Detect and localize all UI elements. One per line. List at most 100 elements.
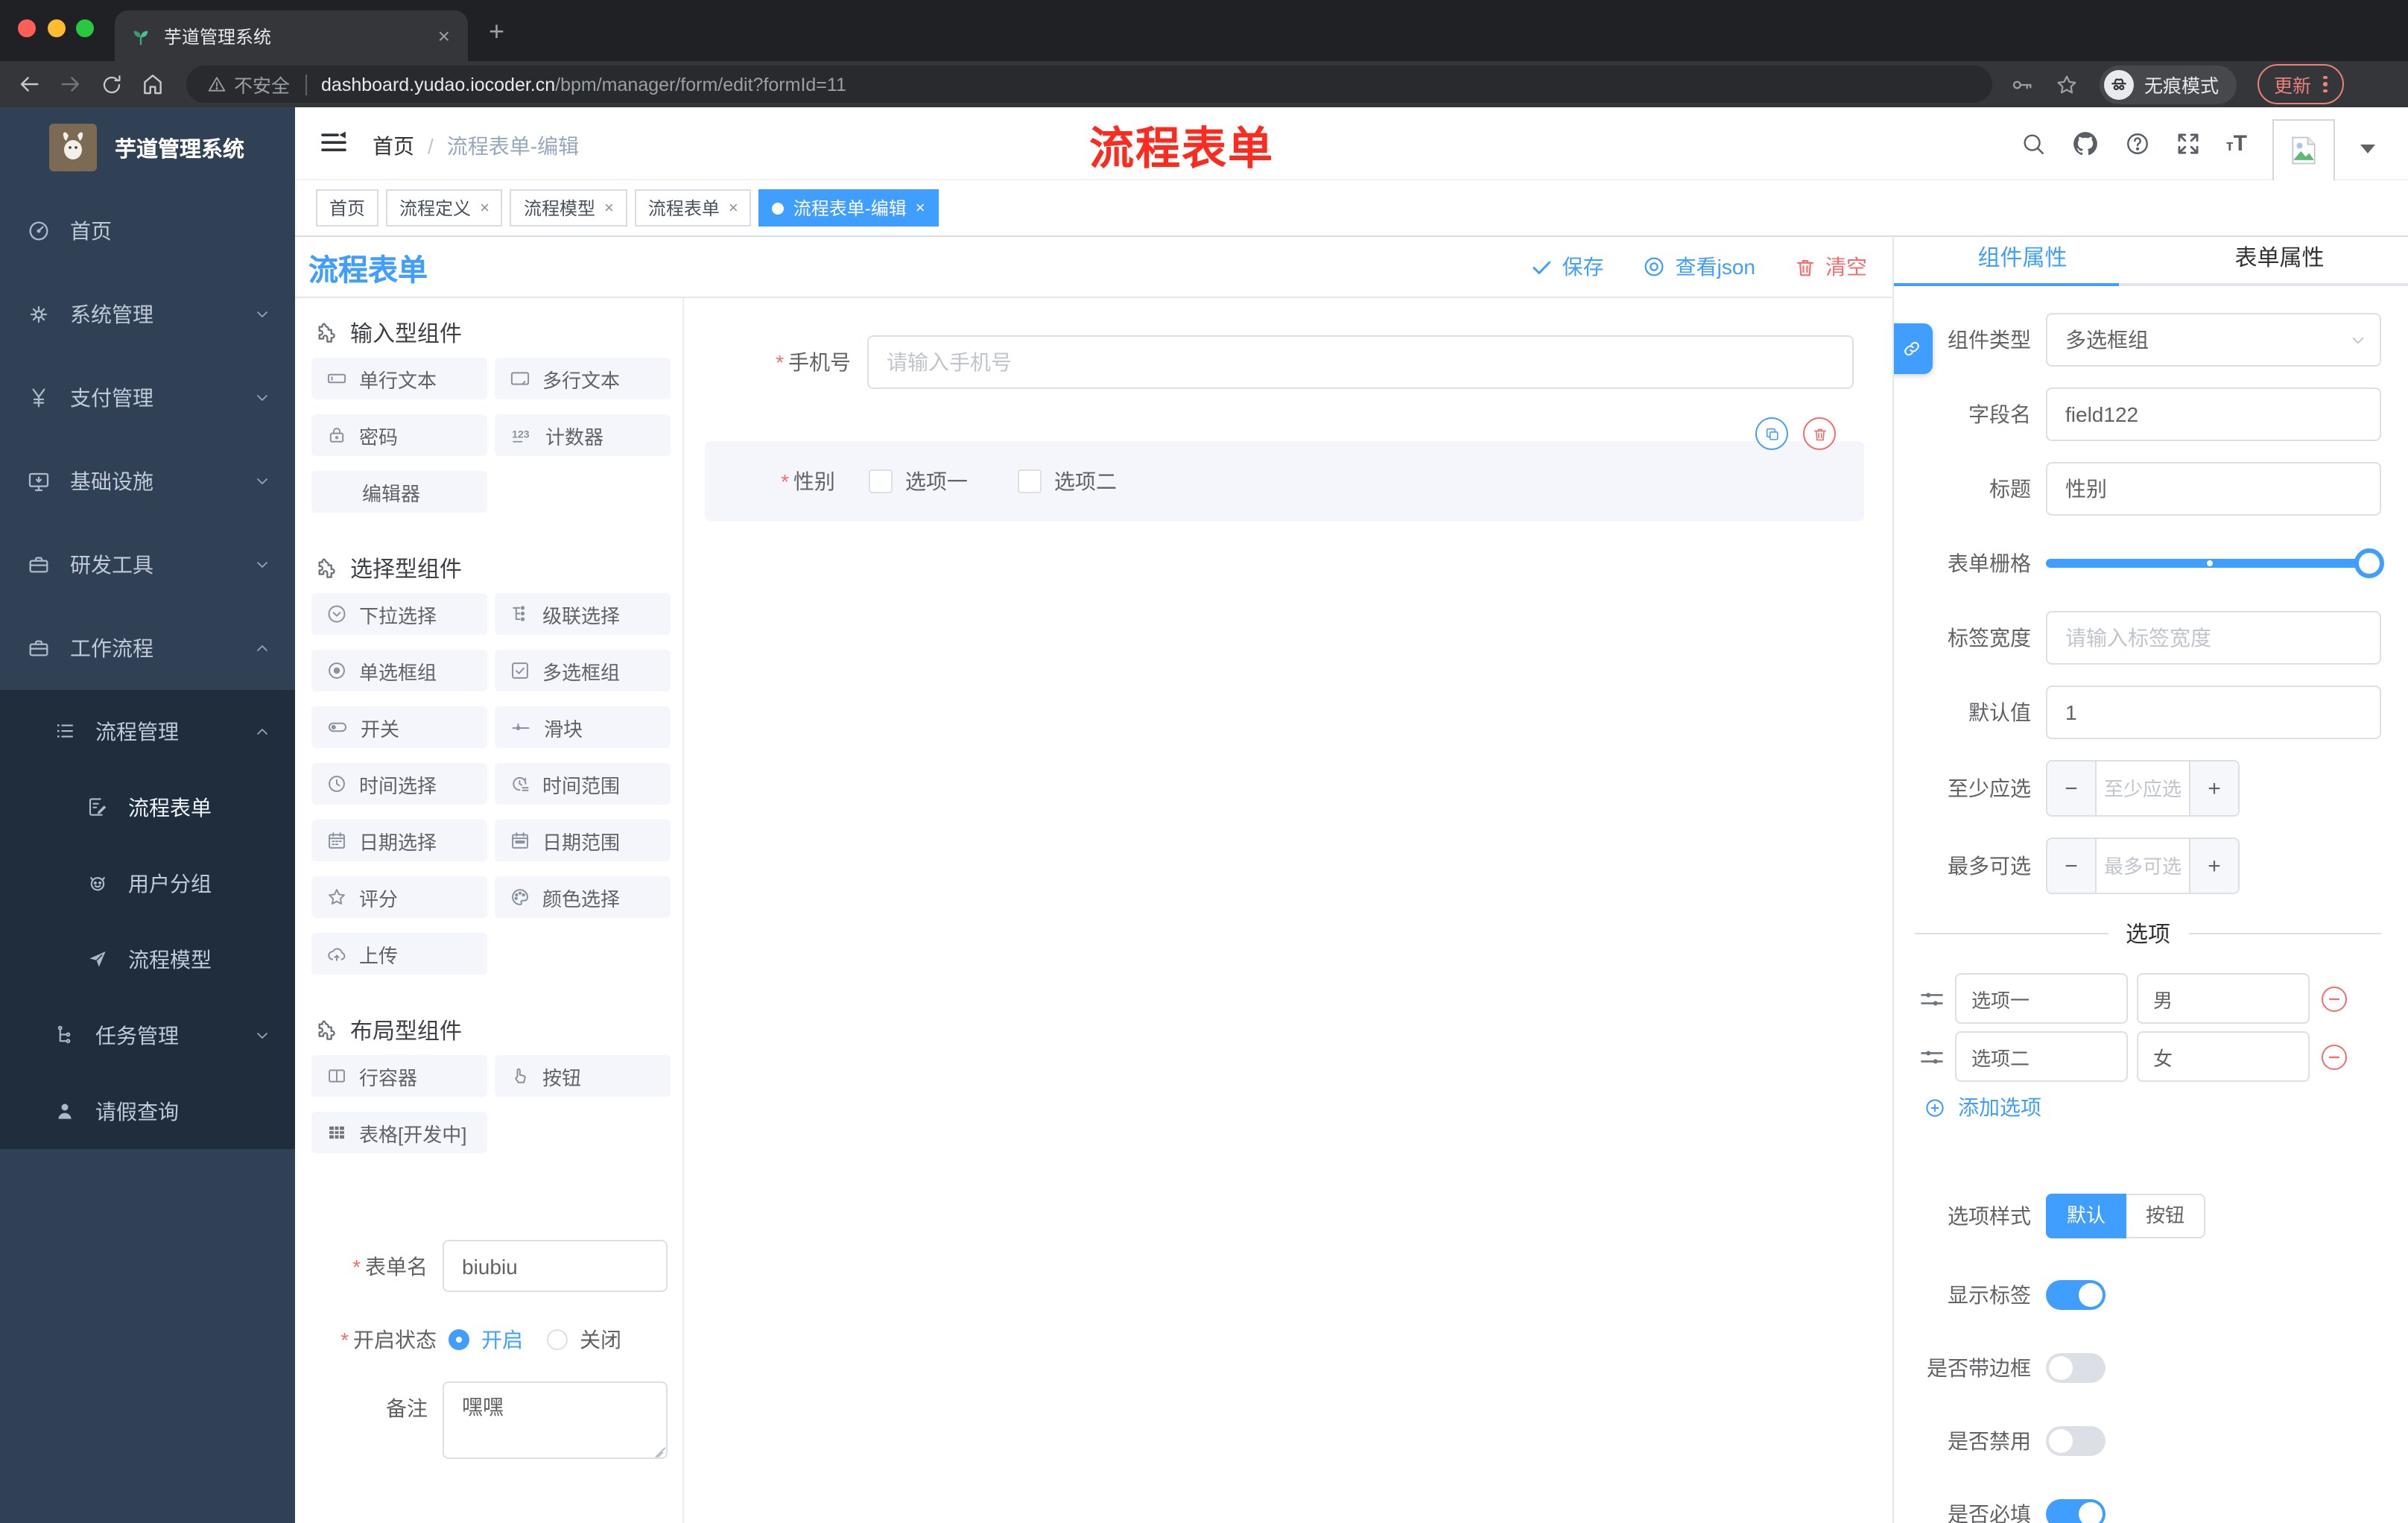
component-date-picker[interactable]: 日期选择 — [311, 820, 487, 861]
component-checkbox-group[interactable]: 多选框组 — [495, 650, 671, 691]
view-json-button[interactable]: 查看json — [1643, 252, 1755, 282]
sidebar-item-payment[interactable]: 支付管理 — [0, 356, 295, 440]
close-icon[interactable]: × — [729, 199, 738, 217]
traffic-light-close[interactable] — [18, 19, 36, 37]
link-tab-button[interactable] — [1894, 323, 1933, 374]
required-toggle-on[interactable] — [2046, 1499, 2106, 1523]
remove-option-button[interactable] — [2322, 1044, 2347, 1069]
component-textarea[interactable]: 多行文本 — [495, 358, 671, 399]
reload-icon[interactable] — [100, 72, 124, 96]
breadcrumb-home[interactable]: 首页 — [373, 131, 414, 161]
minus-button[interactable]: − — [2047, 839, 2097, 893]
close-icon[interactable]: × — [480, 199, 489, 217]
component-table-dev[interactable]: 表格[开发中] — [311, 1112, 487, 1153]
add-option-button[interactable]: 添加选项 — [1924, 1094, 2381, 1121]
tag-process-form-edit[interactable]: 流程表单-编辑 × — [758, 189, 939, 227]
fullscreen-icon[interactable] — [2176, 131, 2201, 156]
form-grid-slider[interactable] — [2046, 536, 2384, 590]
save-button[interactable]: 保存 — [1531, 252, 1604, 282]
disabled-toggle-off[interactable] — [2046, 1426, 2106, 1456]
status-off-radio[interactable]: 关闭 — [547, 1325, 621, 1355]
phone-field-row[interactable]: * 手机号 — [684, 335, 1864, 389]
slider-handle[interactable] — [2354, 548, 2384, 578]
phone-input[interactable] — [867, 335, 1854, 389]
title-input[interactable] — [2046, 462, 2381, 516]
traffic-light-zoom[interactable] — [76, 19, 94, 37]
drag-handle-icon[interactable] — [1918, 1042, 1946, 1071]
component-type-select[interactable] — [2046, 313, 2381, 367]
clear-button[interactable]: 清空 — [1794, 252, 1867, 282]
tag-process-form[interactable]: 流程表单 × — [634, 189, 752, 227]
close-icon[interactable]: × — [916, 199, 925, 217]
checkbox-icon[interactable] — [869, 469, 893, 493]
traffic-light-minimize[interactable] — [48, 19, 66, 37]
component-switch[interactable]: 开关 — [311, 706, 487, 748]
question-icon[interactable] — [2125, 131, 2150, 156]
component-editor[interactable]: 编辑器 — [311, 471, 487, 513]
tag-home[interactable]: 首页 — [316, 189, 379, 227]
delete-widget-button[interactable] — [1803, 417, 1836, 450]
back-icon[interactable] — [16, 72, 42, 97]
component-upload[interactable]: 上传 — [311, 933, 487, 975]
tab-close-icon[interactable]: × — [435, 25, 453, 46]
option1-value-input[interactable] — [2137, 973, 2310, 1024]
component-password[interactable]: 密码 — [311, 414, 487, 456]
tab-component-props[interactable]: 组件属性 — [1894, 237, 2151, 286]
sidebar-item-workflow[interactable]: 工作流程 — [0, 607, 295, 690]
component-time-range[interactable]: 时间范围 — [495, 763, 671, 805]
browser-tab[interactable]: 芋道管理系统 × — [115, 10, 468, 61]
default-value-input[interactable] — [2046, 685, 2381, 739]
sidebar-item-home[interactable]: 首页 — [0, 189, 295, 273]
copy-widget-button[interactable] — [1755, 417, 1788, 450]
new-tab-button[interactable]: + — [489, 18, 504, 45]
tag-process-model[interactable]: 流程模型 × — [510, 189, 627, 227]
option2-label-input[interactable] — [1955, 1031, 2128, 1082]
field-name-input[interactable] — [2046, 387, 2381, 441]
gender-option1-label[interactable]: 选项一 — [905, 466, 968, 496]
caret-down-icon[interactable] — [2360, 144, 2375, 153]
sidebar-item-leave-query[interactable]: 请假查询 — [0, 1073, 295, 1149]
option2-value-input[interactable] — [2137, 1031, 2310, 1082]
component-select[interactable]: 下拉选择 — [311, 593, 487, 635]
gender-widget-selected[interactable]: * 性别 选项一 选项二 — [705, 417, 1864, 522]
sidebar-item-process-model[interactable]: 流程模型 — [0, 921, 295, 997]
insecure-badge[interactable]: 不安全 — [207, 70, 290, 98]
component-single-text[interactable]: 单行文本 — [311, 358, 487, 399]
browser-update-button[interactable]: 更新 — [2258, 64, 2344, 104]
sidebar-item-infra[interactable]: 基础设施 — [0, 440, 295, 523]
component-color-picker[interactable]: 颜色选择 — [495, 876, 671, 918]
checkbox-icon[interactable] — [1018, 469, 1042, 493]
tag-process-definition[interactable]: 流程定义 × — [386, 189, 503, 227]
bookmark-star-icon[interactable] — [2055, 72, 2079, 96]
sidebar-logo[interactable]: 芋道管理系统 — [0, 107, 295, 173]
component-counter[interactable]: 123 计数器 — [495, 414, 671, 456]
component-type-value[interactable] — [2046, 313, 2381, 367]
plus-button[interactable]: + — [2189, 762, 2238, 815]
component-button[interactable]: 按钮 — [495, 1055, 671, 1097]
slider-track[interactable] — [2046, 548, 2384, 578]
address-bar[interactable]: 不安全 dashboard.yudao.iocoder.cn/bpm/manag… — [186, 66, 1992, 103]
font-size-icon[interactable]: тT — [2226, 131, 2247, 156]
avatar[interactable] — [2272, 118, 2335, 181]
sidebar-item-devtools[interactable]: 研发工具 — [0, 523, 295, 607]
min-stepper-input[interactable] — [2097, 762, 2189, 815]
form-canvas[interactable]: *手机号 *性别 选项一 选项二 — [682, 298, 1892, 1523]
resize-handle-icon[interactable] — [645, 1437, 666, 1458]
close-icon[interactable]: × — [604, 199, 614, 217]
show-label-toggle-on[interactable] — [2046, 1280, 2106, 1310]
style-default-button[interactable]: 默认 — [2046, 1194, 2127, 1238]
sidebar-item-process-form[interactable]: 流程表单 — [0, 769, 295, 845]
drag-handle-icon[interactable] — [1918, 984, 1946, 1013]
sidebar-item-user-group[interactable]: 用户分组 — [0, 845, 295, 921]
style-button-button[interactable]: 按钮 — [2126, 1194, 2206, 1238]
option1-label-input[interactable] — [1955, 973, 2128, 1024]
max-stepper-input[interactable] — [2097, 839, 2189, 893]
browser-menu-icon[interactable] — [2323, 75, 2328, 93]
label-width-input[interactable] — [2046, 611, 2381, 665]
form-name-input[interactable] — [443, 1240, 668, 1292]
search-icon[interactable] — [2021, 131, 2046, 156]
gender-option2-label[interactable]: 选项二 — [1054, 466, 1117, 496]
component-slider[interactable]: 滑块 — [495, 706, 671, 748]
status-on-radio[interactable]: 开启 — [449, 1325, 523, 1355]
component-time-picker[interactable]: 时间选择 — [311, 763, 487, 805]
